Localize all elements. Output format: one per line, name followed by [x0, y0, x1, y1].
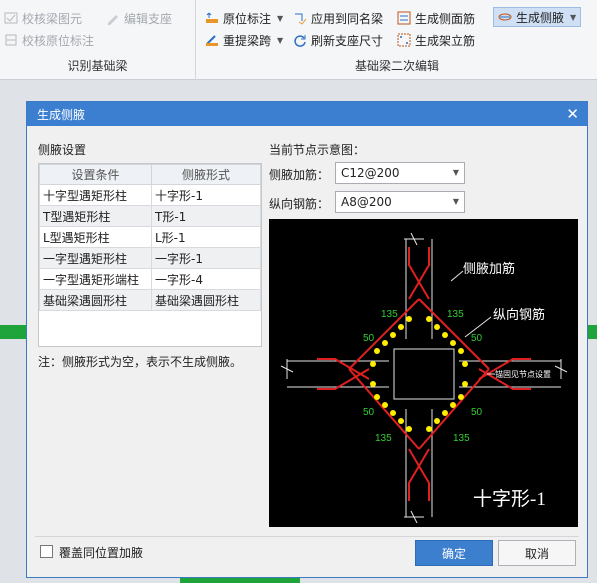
re-span-button[interactable]: 重提梁跨 ▼ — [205, 30, 283, 50]
re-span-icon — [205, 33, 219, 47]
note-text: 注：侧腋形式为空，表示不生成侧腋。 — [38, 355, 243, 369]
check-origin-button[interactable]: 校核原位标注 — [4, 30, 94, 50]
table-header-condition: 设置条件 — [39, 164, 152, 185]
table-cell-condition: 一字型遇矩形柱 — [39, 247, 152, 269]
long-rebar-value: A8@200 — [341, 195, 392, 209]
dim-label-50: 50 — [363, 333, 375, 344]
apply-same-icon — [293, 11, 307, 25]
table-cell-condition: T型遇矩形柱 — [39, 205, 152, 227]
check-beam-icon — [4, 11, 18, 25]
table-cell-form[interactable]: 十字形-1 — [151, 184, 261, 206]
node-preview-diagram: 侧腋加筋 纵向钢筋 锚固见节点设置 135 135 135 135 50 50 … — [269, 219, 578, 527]
stirrup-icon — [397, 33, 411, 47]
table-cell-condition: 一字型遇矩形端柱 — [39, 268, 152, 290]
side-rebar-icon — [397, 11, 411, 25]
long-rebar-select[interactable]: A8@200 ▼ — [335, 191, 465, 213]
canvas-beam-bottom — [180, 578, 300, 583]
chevron-down-icon[interactable]: ▼ — [453, 168, 459, 177]
check-beam-button[interactable]: 校核梁图元 — [4, 8, 82, 28]
table-row[interactable]: 一字型遇矩形端柱 一字形-4 — [39, 268, 261, 290]
group-label-identify: 识别基础梁 — [67, 59, 128, 73]
group-label-beam-edit: 基础梁二次编辑 — [354, 59, 439, 73]
edit-support-icon — [106, 11, 120, 25]
apply-same-beam-button[interactable]: 应用到同名梁 — [293, 8, 383, 28]
cover-same-position-checkbox[interactable] — [40, 545, 53, 558]
canvas-beam-left — [0, 325, 26, 339]
section-label: 侧腋设置 — [38, 143, 87, 157]
gen-haunch-dialog: 生成侧腋 ✕ 侧腋设置 设置条件 侧腋形式 十字型遇矩形柱 十字形-1 T型遇矩… — [26, 101, 588, 578]
dim-label-50: 50 — [363, 407, 375, 418]
dropdown-arrow-icon: ▼ — [277, 35, 284, 45]
refresh-icon — [293, 33, 307, 47]
close-icon[interactable]: ✕ — [566, 105, 579, 123]
dim-label-135: 135 — [381, 309, 398, 320]
table-row[interactable]: 基础梁遇圆形柱 基础梁遇圆形柱 — [39, 289, 261, 311]
canvas-beam-right — [588, 325, 597, 339]
dialog-titlebar: 生成侧腋 ✕ — [27, 102, 587, 126]
table-cell-condition: L型遇矩形柱 — [39, 226, 152, 248]
ribbon-group-identify-beam: 校核梁图元 编辑支座 校核原位标注 识别基础梁 — [0, 0, 196, 80]
gen-stirrup-button[interactable]: 生成架立筋 — [397, 30, 475, 50]
edit-support-button[interactable]: 编辑支座 — [106, 8, 172, 28]
gen-haunch-button[interactable]: 生成侧腋 ▼ — [493, 7, 582, 27]
dim-label-135: 135 — [453, 433, 470, 444]
origin-mark-icon — [205, 11, 219, 25]
table-row[interactable]: 一字型遇矩形柱 一字形-1 — [39, 247, 261, 269]
dropdown-arrow-icon: ▼ — [277, 13, 284, 23]
haunch-rebar-label: 侧腋加筋： — [269, 168, 330, 182]
table-row[interactable]: L型遇矩形柱 L形-1 — [39, 226, 261, 248]
preview-label: 当前节点示意图： — [269, 143, 366, 157]
haunch-icon — [498, 10, 512, 24]
table-cell-form[interactable]: 一字形-4 — [151, 268, 261, 290]
chevron-down-icon[interactable]: ▼ — [453, 197, 459, 206]
diagram-label-anchor: 锚固见节点设置 — [495, 369, 551, 379]
dialog-title: 生成侧腋 — [37, 107, 86, 122]
ok-button[interactable]: 确定 — [415, 540, 493, 566]
diagram-label-haunch: 侧腋加筋 — [463, 261, 515, 276]
table-row[interactable]: 十字型遇矩形柱 十字形-1 — [39, 184, 261, 206]
ribbon: 校核梁图元 编辑支座 校核原位标注 识别基础梁 原位标注 ▼ 应用到同名梁 生成侧… — [0, 0, 597, 80]
origin-mark-button[interactable]: 原位标注 ▼ — [205, 8, 283, 28]
long-rebar-label: 纵向钢筋： — [269, 197, 330, 211]
table-row[interactable]: T型遇矩形柱 T形-1 — [39, 205, 261, 227]
table-cell-condition: 基础梁遇圆形柱 — [39, 289, 152, 311]
divider — [35, 536, 579, 537]
haunch-settings-table: 设置条件 侧腋形式 十字型遇矩形柱 十字形-1 T型遇矩形柱 T形-1 L型遇矩… — [38, 163, 262, 347]
diagram-label-long: 纵向钢筋 — [493, 307, 545, 322]
gen-side-rebar-button[interactable]: 生成侧面筋 — [397, 8, 475, 28]
diagram-shape-name: 十字形-1 — [473, 488, 546, 510]
refresh-support-button[interactable]: 刷新支座尺寸 — [293, 30, 383, 50]
check-origin-icon — [4, 33, 18, 47]
dim-label-50: 50 — [471, 407, 483, 418]
dim-label-135: 135 — [447, 309, 464, 320]
table-cell-form[interactable]: T形-1 — [151, 205, 261, 227]
dropdown-arrow-icon: ▼ — [570, 12, 577, 22]
table-header-form: 侧腋形式 — [151, 164, 261, 185]
cancel-button[interactable]: 取消 — [498, 540, 576, 566]
table-cell-form[interactable]: L形-1 — [151, 226, 261, 248]
table-cell-form[interactable]: 一字形-1 — [151, 247, 261, 269]
ribbon-group-beam-edit: 原位标注 ▼ 应用到同名梁 生成侧面筋 生成侧腋 ▼ 重提梁跨 ▼ 刷新支座尺寸 生成… — [197, 0, 597, 80]
checkbox-label: 覆盖同位置加腋 — [59, 546, 144, 560]
table-cell-form[interactable]: 基础梁遇圆形柱 — [151, 289, 261, 311]
dim-label-50: 50 — [471, 333, 483, 344]
dim-label-135: 135 — [375, 433, 392, 444]
table-cell-condition: 十字型遇矩形柱 — [39, 184, 152, 206]
haunch-rebar-value: C12@200 — [341, 166, 400, 180]
haunch-rebar-select[interactable]: C12@200 ▼ — [335, 162, 465, 184]
